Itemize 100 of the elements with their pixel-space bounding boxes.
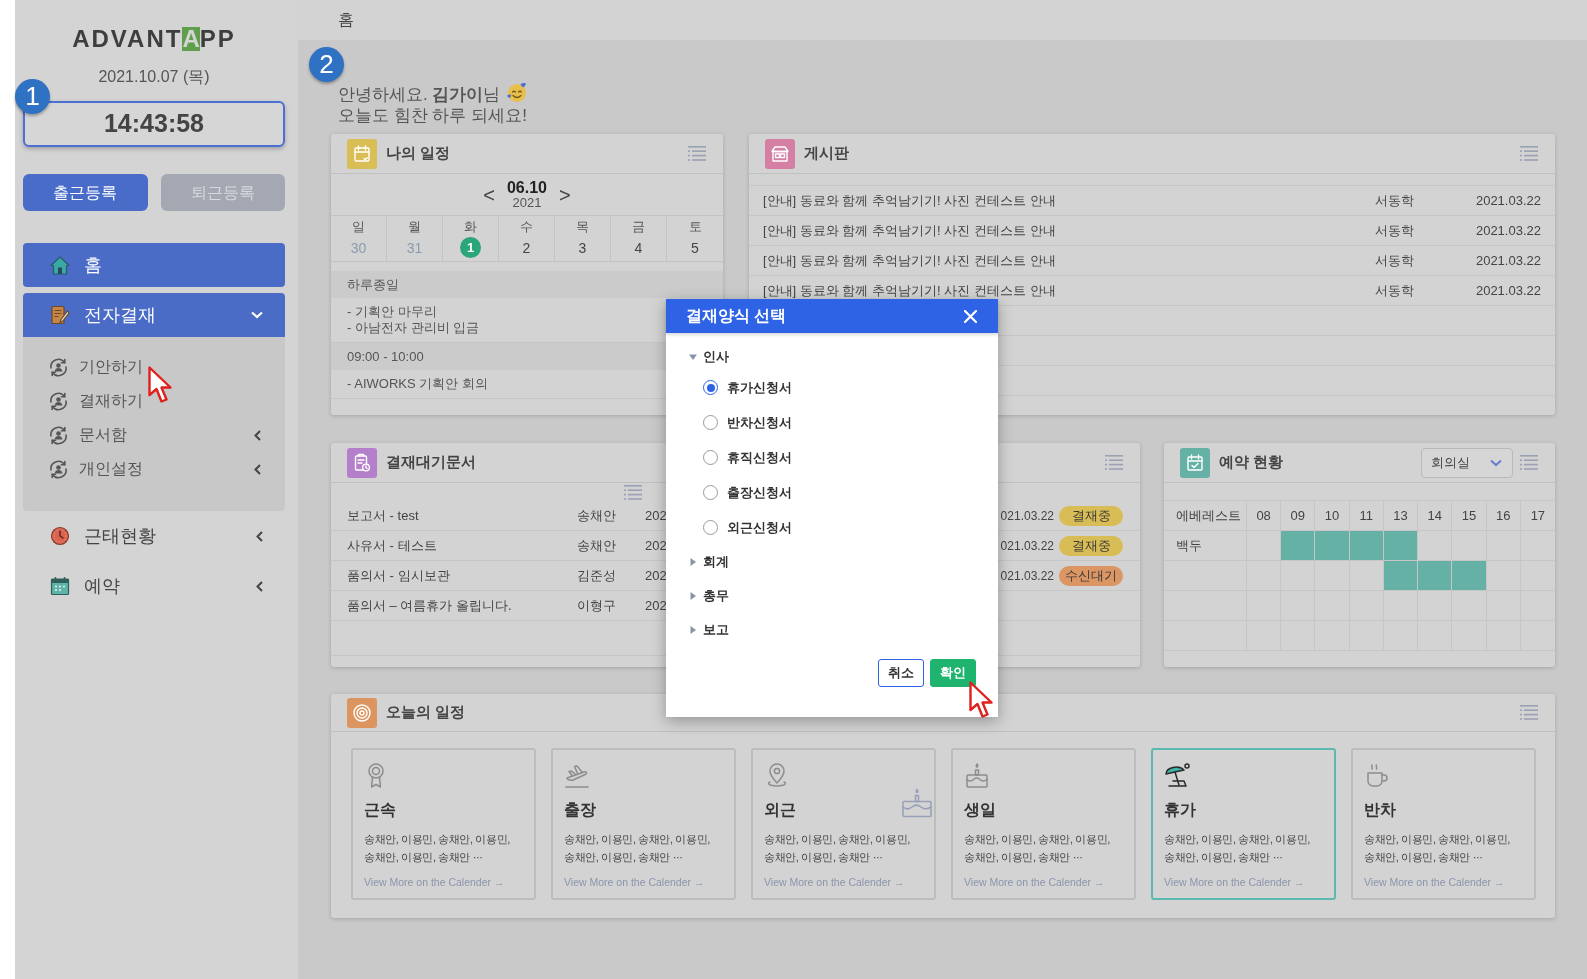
category-card[interactable]: 근속 송채안, 이용민, 송채안, 이용민, 송채안, 이용민, 송채안 ··· View More on the Calender → xyxy=(351,748,536,900)
category-title: 출장 xyxy=(564,800,596,820)
tree-group-label[interactable]: 총무 xyxy=(703,586,729,606)
time-slot[interactable] xyxy=(1520,561,1555,591)
option-label[interactable]: 출장신청서 xyxy=(727,482,792,503)
category-card[interactable]: 생일 송채안, 이용민, 송채안, 이용민, 송채안, 이용민, 송채안 ··· View More on the Calender → xyxy=(951,748,1136,900)
post-title[interactable]: [안내] 동료와 함께 추억남기기! 사진 컨테스트 안내 xyxy=(763,190,1056,211)
time-slot[interactable] xyxy=(1520,531,1555,561)
day-number[interactable]: 5 xyxy=(691,237,699,258)
time-slot[interactable] xyxy=(1418,531,1453,561)
tree-group-label[interactable]: 회계 xyxy=(703,552,729,572)
submenu-item[interactable]: 결재하기 xyxy=(23,384,285,418)
weekday-label: 금 xyxy=(632,219,645,234)
document-title[interactable]: 사유서 - 테스트 xyxy=(347,535,437,556)
weekday-label: 목 xyxy=(576,219,589,234)
time-slot[interactable] xyxy=(1520,591,1555,621)
post-title[interactable]: [안내] 동료와 함께 추억남기기! 사진 컨테스트 안내 xyxy=(763,280,1056,301)
caret-right-icon[interactable] xyxy=(689,558,697,566)
submenu-item[interactable]: 문서함 xyxy=(23,418,285,452)
time-slot[interactable] xyxy=(1452,531,1487,561)
time-slot[interactable] xyxy=(1383,531,1419,561)
caret-down-icon[interactable] xyxy=(689,352,697,361)
list-icon[interactable] xyxy=(1520,705,1538,720)
radio-button[interactable] xyxy=(703,450,718,465)
column-header: 에베레스트 xyxy=(1176,506,1241,525)
time-slot[interactable] xyxy=(1349,531,1384,561)
card-title: 오늘의 일정 xyxy=(386,702,466,723)
attendance-button[interactable]: 출근등록 xyxy=(23,174,148,211)
day-number[interactable]: 4 xyxy=(634,237,643,258)
previous-button[interactable]: < xyxy=(483,184,495,205)
list-icon[interactable] xyxy=(624,484,642,500)
time-slot[interactable] xyxy=(1349,591,1384,621)
radio-button[interactable] xyxy=(703,380,718,395)
submenu-item[interactable]: 개인설정 xyxy=(23,452,285,486)
time-slot[interactable] xyxy=(1247,531,1282,561)
time-slot[interactable] xyxy=(1315,531,1350,561)
caret-right-icon[interactable] xyxy=(689,592,697,600)
time-slot[interactable] xyxy=(1520,621,1555,651)
nav-item[interactable]: 예약 xyxy=(23,561,285,611)
room-dropdown[interactable]: 회의실 xyxy=(1421,447,1513,478)
category-card[interactable]: 외근 송채안, 이용민, 송채안, 이용민, 송채안, 이용민, 송채안 ··· View More on the Calender → xyxy=(751,748,936,900)
time-slot[interactable] xyxy=(1486,561,1521,591)
nav-item[interactable]: 홈 xyxy=(23,243,285,287)
time-slot[interactable] xyxy=(1486,531,1521,561)
time-slot[interactable] xyxy=(1315,561,1350,591)
option-label[interactable]: 외근신청서 xyxy=(727,517,792,538)
post-date: 2021.03.22 xyxy=(1474,251,1542,270)
document-title[interactable]: 품의서 – 여름휴가 올립니다. xyxy=(347,595,512,616)
radio-button[interactable] xyxy=(703,485,718,500)
day-number[interactable]: 3 xyxy=(578,237,587,258)
name-list: 송채안, 이용민, 송채안, 이용민, 송채안, 이용민, 송채안 ··· xyxy=(964,830,1110,866)
time-slot[interactable] xyxy=(1452,561,1487,591)
time-slot[interactable] xyxy=(1418,591,1453,621)
submenu-item[interactable]: 기안하기 xyxy=(23,350,285,384)
close-icon[interactable] xyxy=(964,309,977,323)
time-slot[interactable] xyxy=(1486,591,1521,621)
list-icon[interactable] xyxy=(1105,455,1123,470)
document-title[interactable]: 품의서 - 임시보관 xyxy=(347,565,450,586)
time-slot[interactable] xyxy=(1383,561,1419,591)
option-label[interactable]: 휴직신청서 xyxy=(727,447,792,468)
time-slot[interactable] xyxy=(1247,561,1282,591)
caret-right-icon[interactable] xyxy=(689,626,697,634)
dialog-button[interactable]: 취소 xyxy=(878,659,924,687)
time-slot[interactable] xyxy=(1383,591,1419,621)
document-author: 송채안 xyxy=(577,536,617,555)
nav-item[interactable]: 전자결재 xyxy=(23,293,285,337)
time-slot[interactable] xyxy=(1349,561,1384,591)
time-slot[interactable] xyxy=(1418,561,1453,591)
time-slot[interactable] xyxy=(1281,531,1316,561)
list-icon[interactable] xyxy=(1520,146,1538,161)
hour-label: 11 xyxy=(1359,506,1373,525)
option-label[interactable]: 휴가신청서 xyxy=(727,377,792,398)
time-slot[interactable] xyxy=(1281,561,1316,591)
tree-group-label[interactable]: 인사 xyxy=(703,346,729,367)
hour-label: 13 xyxy=(1393,506,1408,525)
document-author: 송채안 xyxy=(577,506,617,525)
radio-button[interactable] xyxy=(703,415,718,430)
list-icon[interactable] xyxy=(688,146,706,161)
room-label: 백두 xyxy=(1176,536,1202,555)
category-card[interactable]: 휴가 송채안, 이용민, 송채안, 이용민, 송채안, 이용민, 송채안 ··· View More on the Calender → xyxy=(1151,748,1336,900)
document-date: 202 xyxy=(645,506,667,525)
time-slot[interactable] xyxy=(1452,591,1487,621)
name-list: 송채안, 이용민, 송채안, 이용민, 송채안, 이용민, 송채안 ··· xyxy=(564,830,710,866)
document-title[interactable]: 보고서 - test xyxy=(347,505,419,526)
option-label[interactable]: 반차신청서 xyxy=(727,412,792,433)
day-number[interactable]: 2 xyxy=(522,237,531,258)
post-title[interactable]: [안내] 동료와 함께 추억남기기! 사진 컨테스트 안내 xyxy=(763,250,1056,271)
nav-item[interactable]: 근태현황 xyxy=(23,511,285,561)
list-icon[interactable] xyxy=(1520,455,1538,470)
user-sync-icon xyxy=(48,424,69,446)
category-card[interactable]: 반차 송채안, 이용민, 송채안, 이용민, 송채안, 이용민, 송채안 ··· View More on the Calender → xyxy=(1351,748,1536,900)
tree-group-label[interactable]: 보고 xyxy=(703,620,729,640)
category-card[interactable]: 출장 송채안, 이용민, 송채안, 이용민, 송채안, 이용민, 송채안 ··· View More on the Calender → xyxy=(551,748,736,900)
name-list: 송채안, 이용민, 송채안, 이용민, 송채안, 이용민, 송채안 ··· xyxy=(364,830,510,866)
next-button[interactable]: > xyxy=(559,184,571,205)
chevron-left-icon xyxy=(256,580,263,592)
radio-button[interactable] xyxy=(703,520,718,535)
name-list: 송채안, 이용민, 송채안, 이용민, 송채안, 이용민, 송채안 ··· xyxy=(764,830,910,866)
post-title[interactable]: [안내] 동료와 함께 추억남기기! 사진 컨테스트 안내 xyxy=(763,220,1056,241)
calendar-icon xyxy=(50,576,70,596)
